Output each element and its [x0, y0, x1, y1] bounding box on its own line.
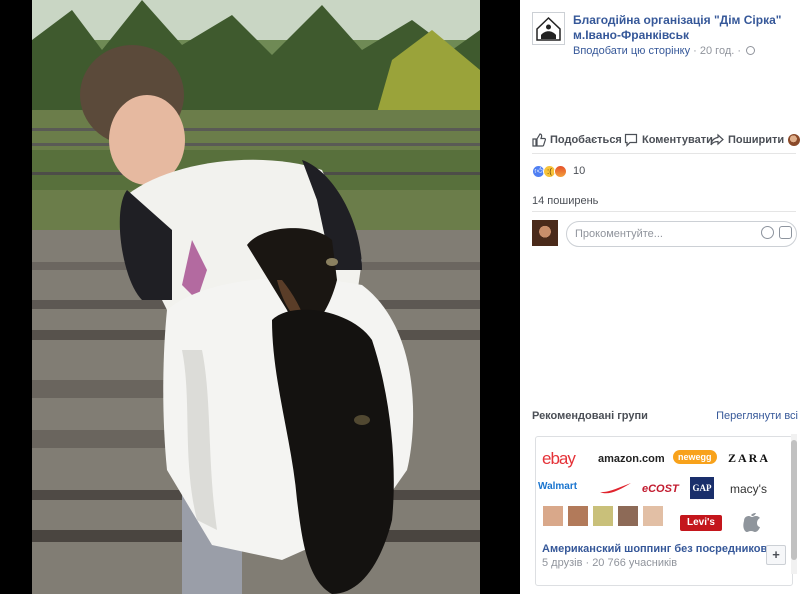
- see-all-link[interactable]: Переглянути всі: [716, 410, 798, 422]
- photo-woman-holding-tarred-dog: [32, 0, 480, 594]
- reaction-count: 10: [573, 165, 586, 177]
- post-actions: Подобається Коментувати Поширити ▼: [532, 128, 801, 154]
- post-header: Благодійна організація "Дім Сірка" м.Іва…: [532, 12, 802, 62]
- share-button-label: Поширити: [728, 134, 785, 146]
- sidebar-scrollbar[interactable]: [790, 434, 798, 574]
- brand-ebay: ebay: [542, 449, 576, 468]
- comment-icon: [624, 133, 638, 147]
- page-avatar[interactable]: [532, 12, 565, 45]
- brand-amazon: amazon.com: [598, 453, 665, 465]
- globe-icon: [746, 46, 756, 55]
- brand-newegg: newegg: [673, 450, 717, 464]
- angry-reaction-icon: [554, 164, 567, 178]
- thumbs-up-icon: [532, 133, 546, 147]
- brand-zara: ZARA: [728, 451, 771, 465]
- meta-separator-2: ·: [737, 45, 742, 57]
- comment-composer: Прокоментуйте...: [532, 220, 798, 248]
- member-photo: [567, 505, 589, 527]
- comment-button[interactable]: Коментувати: [624, 132, 713, 148]
- post-timestamp[interactable]: 20 год.: [700, 45, 734, 57]
- post-sidebar: Благодійна організація "Дім Сірка" м.Іва…: [520, 0, 804, 594]
- group-name-link[interactable]: Американский шоппинг без посредников: [542, 543, 767, 555]
- recommended-groups-header: Рекомендовані групи Переглянути всі: [532, 410, 798, 430]
- page-name-link[interactable]: Благодійна організація "Дім Сірка" м.Іва…: [573, 13, 803, 43]
- group-card[interactable]: ebay amazon.com newegg ZARA Walmart eCOS…: [535, 436, 793, 586]
- post-meta: Вподобати цю сторінку · 20 год. ·: [573, 45, 803, 57]
- brand-ecost: eCOST: [642, 483, 679, 495]
- brand-walmart: Walmart: [538, 481, 578, 492]
- join-group-button[interactable]: +: [766, 545, 786, 565]
- scrollbar-track: [791, 434, 797, 574]
- share-arrow-icon: [710, 133, 724, 146]
- member-photo: [592, 505, 614, 527]
- share-count-link[interactable]: 14 поширень: [532, 188, 796, 212]
- emoji-icon[interactable]: [761, 226, 774, 239]
- sticker-icon[interactable]: [779, 226, 792, 239]
- share-button[interactable]: Поширити ▼: [710, 132, 804, 148]
- recommended-groups: Рекомендовані групи Переглянути всі ebay…: [532, 410, 798, 586]
- photo-viewer: [0, 0, 520, 594]
- member-photo: [617, 505, 639, 527]
- share-as-avatar[interactable]: [788, 134, 801, 146]
- like-button-label: Подобається: [550, 134, 622, 146]
- recommended-groups-title: Рекомендовані групи: [532, 410, 648, 422]
- member-thumbnails: [538, 501, 790, 531]
- nike-swoosh-icon: [600, 483, 631, 494]
- like-page-link[interactable]: Вподобати цю сторінку: [573, 45, 690, 57]
- meta-separator: ·: [693, 45, 697, 57]
- post-photo[interactable]: [32, 0, 480, 594]
- group-meta: 5 друзів · 20 766 учасників: [542, 557, 678, 569]
- like-button[interactable]: Подобається: [532, 132, 622, 148]
- brand-macys: macy's: [730, 482, 767, 496]
- reactions-summary[interactable]: 👍︎ :( 10: [532, 162, 585, 180]
- page-logo-house-icon: [536, 16, 561, 41]
- member-photo: [642, 505, 664, 527]
- member-photo: [542, 505, 564, 527]
- comment-button-label: Коментувати: [642, 134, 713, 146]
- viewer-avatar: [532, 220, 558, 246]
- brand-gap: GAP: [690, 477, 714, 499]
